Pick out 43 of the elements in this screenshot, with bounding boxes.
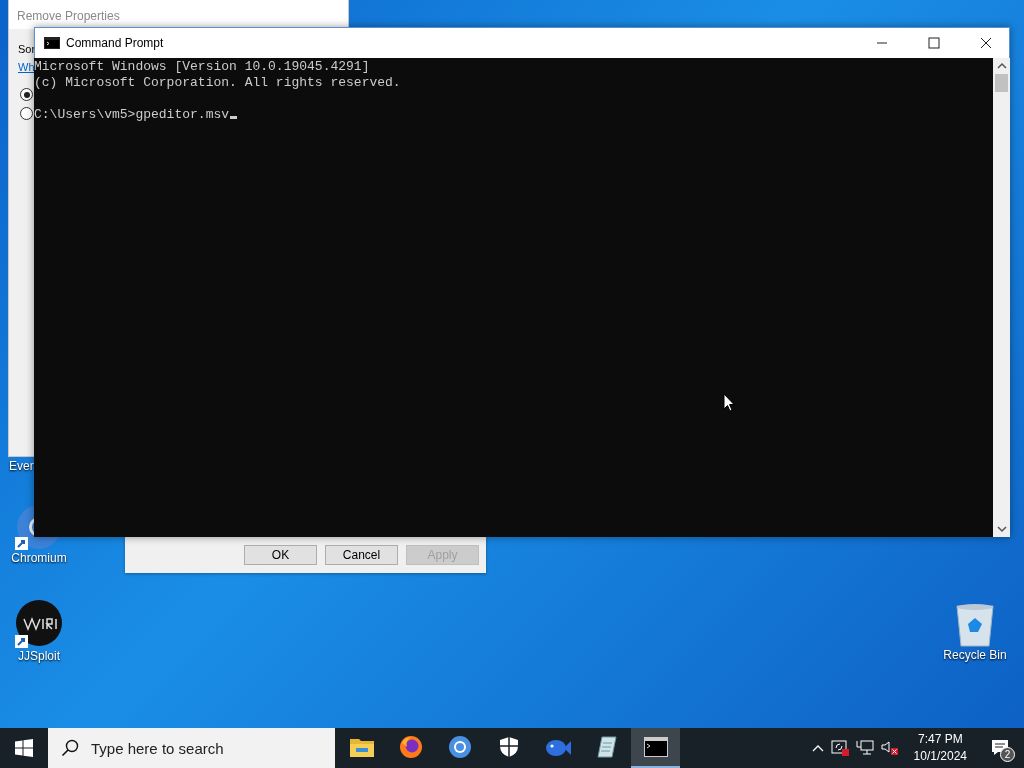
- mouse-pointer-icon: [723, 393, 735, 412]
- window-title: Remove Properties: [9, 0, 348, 29]
- jjsploit-shortcut-icon[interactable]: [14, 599, 64, 649]
- update-status-icon[interactable]: [830, 740, 849, 756]
- taskbar-app-button[interactable]: [631, 728, 680, 768]
- network-icon[interactable]: [855, 740, 874, 756]
- desktop-icon-label[interactable]: Chromium: [11, 551, 67, 565]
- scrollbar-thumb[interactable]: [995, 74, 1008, 92]
- console-icon: [44, 37, 60, 49]
- chevron-up-icon[interactable]: [811, 744, 824, 752]
- radio-button[interactable]: [20, 107, 33, 120]
- shield-icon: [498, 736, 519, 758]
- chromium-icon: [447, 735, 472, 759]
- notifications-button[interactable]: 2: [982, 728, 1018, 768]
- scroll-up-icon[interactable]: [996, 62, 1007, 70]
- maximize-icon[interactable]: [928, 37, 940, 49]
- search-icon: [61, 739, 79, 757]
- firefox-icon: [398, 735, 423, 759]
- close-icon[interactable]: [980, 37, 992, 49]
- radio-button[interactable]: [20, 88, 33, 101]
- window-title: Command Prompt: [66, 36, 164, 50]
- console-output-line: (c) Microsoft Corporation. All rights reserved.: [34, 75, 401, 91]
- windows-logo-icon: [15, 739, 33, 757]
- clock[interactable]: 7:47 PM 10/1/2024: [905, 731, 975, 765]
- clock-date: 10/1/2024: [913, 748, 967, 765]
- desktop-icon-label[interactable]: Recycle Bin: [943, 648, 1007, 662]
- desktop-icon-label[interactable]: Ever: [0, 459, 34, 473]
- scrollbar[interactable]: [993, 58, 1010, 537]
- scroll-down-icon[interactable]: [996, 525, 1007, 533]
- desktop-icon-label[interactable]: JJSploit: [18, 649, 60, 663]
- console-icon: [643, 737, 668, 757]
- notepad-icon: [595, 735, 618, 759]
- dialog-text: Sor: [18, 43, 36, 55]
- search-field[interactable]: Type here to search: [48, 728, 335, 768]
- console-output-line: Microsoft Windows [Version 10.0.19045.4291]: [34, 59, 370, 75]
- dialog-button[interactable]: OK: [244, 545, 317, 565]
- notification-count: 2: [1000, 747, 1015, 762]
- clock-time: 7:47 PM: [917, 731, 963, 748]
- console-command-line[interactable]: C:\Users\vm5>gpeditor.msv: [34, 107, 238, 123]
- speaker-muted-icon[interactable]: [880, 740, 899, 756]
- folder-icon: [349, 737, 374, 757]
- dialog-button[interactable]: Cancel: [325, 545, 398, 565]
- recycle-bin-icon[interactable]: [954, 602, 996, 648]
